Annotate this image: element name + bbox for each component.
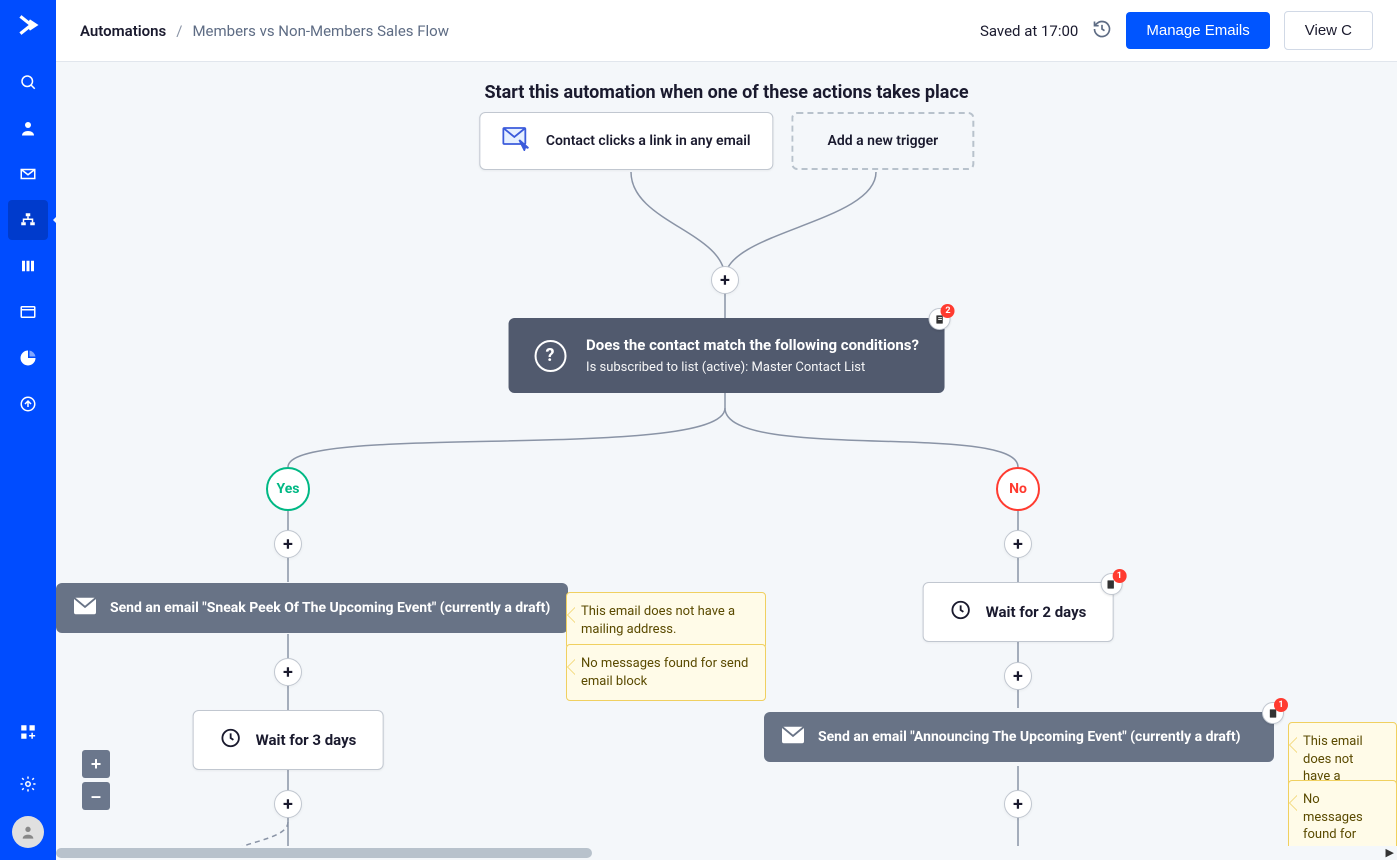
add-step-button[interactable]: + (274, 530, 302, 558)
wait-label: Wait for 2 days (986, 603, 1087, 621)
add-step-button[interactable]: + (711, 266, 739, 294)
email-click-icon (502, 127, 532, 155)
nav-site[interactable] (8, 292, 48, 332)
note-badge[interactable]: 1 (1262, 702, 1284, 724)
nav-apps[interactable] (8, 712, 48, 752)
sidebar (0, 0, 56, 860)
wait-label: Wait for 3 days (256, 731, 357, 749)
zoom-controls: + – (82, 750, 110, 810)
logo-icon (15, 12, 41, 42)
zoom-in-button[interactable]: + (82, 750, 110, 778)
condition-card[interactable]: ? Does the contact match the following c… (508, 318, 945, 393)
email-label: Send an email "Sneak Peek Of The Upcomin… (110, 600, 550, 616)
condition-title: Does the contact match the following con… (586, 336, 919, 354)
email-label: Send an email "Announcing The Upcoming E… (818, 729, 1241, 745)
manage-emails-button[interactable]: Manage Emails (1126, 12, 1269, 49)
email-icon (782, 726, 804, 748)
add-step-button[interactable]: + (1004, 790, 1032, 818)
add-trigger-label: Add a new trigger (828, 133, 939, 149)
note-count: 1 (1274, 698, 1288, 712)
warning-note-1b: No messages found for send email block (566, 644, 766, 701)
note-badge[interactable]: 2 (929, 308, 951, 330)
breadcrumb-leaf: Members vs Non-Members Sales Flow (192, 22, 449, 40)
history-icon[interactable] (1092, 19, 1112, 43)
warning-note-1a: This email does not have a mailing addre… (566, 592, 766, 649)
nav-automations[interactable] (8, 200, 48, 240)
nav-search[interactable] (8, 62, 48, 102)
condition-sub: Is subscribed to list (active): Master C… (586, 360, 919, 375)
breadcrumb-root[interactable]: Automations (80, 22, 166, 40)
automation-canvas[interactable]: Start this automation when one of these … (56, 62, 1397, 860)
add-step-button[interactable]: + (274, 658, 302, 686)
trigger-label: Contact clicks a link in any email (546, 133, 751, 149)
add-step-button[interactable]: + (274, 790, 302, 818)
nav-contacts[interactable] (8, 108, 48, 148)
note-count: 1 (1112, 569, 1126, 583)
wait-card-3days[interactable]: Wait for 3 days (193, 710, 384, 770)
nav-deals[interactable] (8, 246, 48, 286)
no-node[interactable]: No (996, 467, 1040, 511)
user-avatar[interactable] (12, 816, 44, 848)
email-card-1[interactable]: Send an email "Sneak Peek Of The Upcomin… (56, 583, 568, 633)
clock-icon (220, 727, 242, 753)
topbar: Automations / Members vs Non-Members Sal… (56, 0, 1397, 62)
nav-reports[interactable] (8, 338, 48, 378)
add-step-button[interactable]: + (1004, 530, 1032, 558)
scrollbar-arrow-right[interactable]: ▶ (1386, 846, 1394, 859)
breadcrumb: Automations / Members vs Non-Members Sal… (80, 22, 449, 40)
add-step-button[interactable]: + (1004, 662, 1032, 690)
view-button[interactable]: View C (1284, 11, 1373, 50)
start-title: Start this automation when one of these … (484, 82, 968, 103)
breadcrumb-sep: / (176, 22, 182, 40)
clock-icon (950, 599, 972, 625)
add-trigger-button[interactable]: Add a new trigger (792, 112, 975, 170)
email-card-2[interactable]: Send an email "Announcing The Upcoming E… (764, 712, 1274, 762)
zoom-out-button[interactable]: – (82, 782, 110, 810)
question-icon: ? (534, 340, 566, 372)
nav-campaigns[interactable] (8, 154, 48, 194)
nav-settings[interactable] (8, 764, 48, 804)
note-count: 2 (941, 304, 955, 318)
email-icon (74, 597, 96, 619)
scrollbar-horizontal[interactable]: ▶ (56, 846, 1397, 860)
trigger-card-link-click[interactable]: Contact clicks a link in any email (479, 112, 774, 170)
note-badge[interactable]: 1 (1100, 573, 1122, 595)
saved-label: Saved at 17:00 (980, 22, 1078, 40)
nav-upload[interactable] (8, 384, 48, 424)
wait-card-2days[interactable]: Wait for 2 days 1 (923, 582, 1114, 642)
scrollbar-thumb[interactable] (56, 848, 592, 858)
yes-node[interactable]: Yes (266, 467, 310, 511)
